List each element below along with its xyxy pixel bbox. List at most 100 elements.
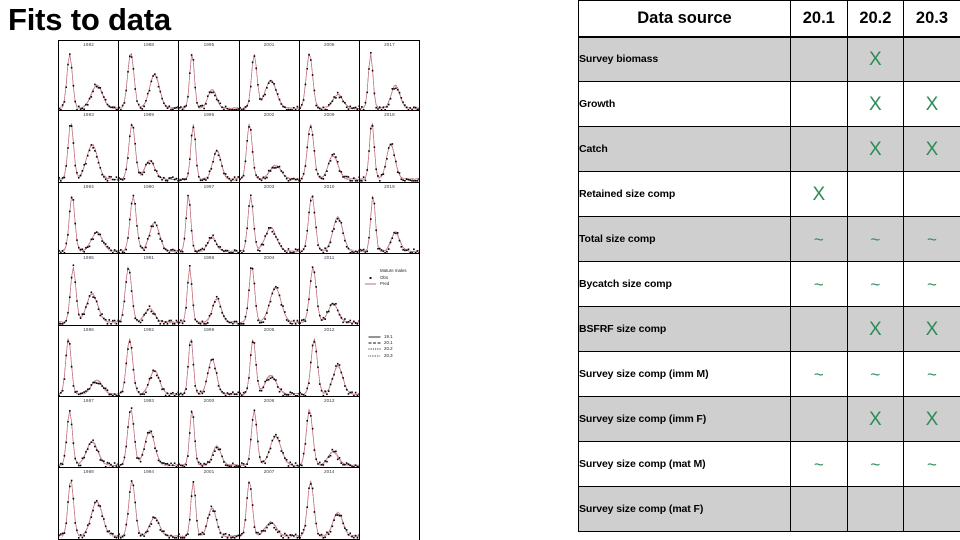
panel-year-label: 2012 — [323, 326, 335, 332]
lattice-panel: 2013 — [299, 397, 360, 469]
cell-mark — [790, 126, 848, 172]
panel-plot — [299, 124, 359, 182]
table-body: Survey biomass X Growth X X Catch X X Retained s… — [578, 36, 960, 532]
cell-mark — [903, 36, 960, 82]
lattice-panel: 1996 — [179, 111, 240, 183]
panel-year-label: 1998 — [203, 255, 215, 261]
legend-title: Mature males — [380, 268, 407, 273]
legend-item-pred: Pred — [364, 281, 407, 287]
lattice-panel: 1985 — [58, 254, 120, 326]
panel-plot — [299, 194, 359, 254]
panel-year-label: 2010 — [323, 183, 335, 189]
line-style-icon — [368, 346, 381, 352]
table-row: Retained size comp X — [578, 171, 960, 217]
cell-mark: ~ — [903, 441, 960, 487]
point-marker-icon — [364, 275, 377, 281]
panel-plot — [239, 409, 299, 468]
table-row: Survey size comp (mat F) — [578, 486, 960, 532]
panel-year-label: 1984 — [83, 183, 94, 189]
lattice-panel: 2001 — [179, 468, 240, 540]
lattice-panel: 1990 — [119, 182, 180, 255]
panel-year-label: 1991 — [143, 255, 155, 261]
lattice-panel: 2008 — [299, 40, 360, 112]
legend-model-scenarios: 19.1 20.1 20.2 20.3 — [368, 334, 393, 359]
fits-to-data-figure: 1982 1988 1995 2001 2008 2017 1983 1989 1996 2002… — [58, 40, 421, 540]
panel-plot — [59, 264, 119, 325]
panel-year-label: 1988 — [143, 42, 155, 47]
panel-year-label: 2001 — [203, 469, 215, 475]
panel-plot — [59, 195, 119, 254]
panel-plot — [59, 337, 119, 397]
cell-mark — [903, 171, 960, 217]
lattice-panel: 1988 — [119, 40, 180, 112]
lattice-blank-cell — [359, 397, 421, 469]
panel-plot — [119, 407, 179, 468]
small-multiples-lattice: 1982 1988 1995 2001 2008 2017 1983 1989 1996 2002… — [58, 40, 421, 540]
cell-mark: ~ — [790, 216, 848, 262]
lattice-panel: 2000 — [179, 397, 240, 469]
cell-mark — [790, 306, 848, 352]
row-label: Total size comp — [578, 216, 791, 262]
cell-mark — [790, 396, 848, 442]
lattice-panel: 2004 — [239, 254, 300, 326]
lattice-row: 1988 1994 2001 2007 2014 — [58, 468, 421, 540]
table-row: Survey biomass X — [578, 36, 960, 82]
row-label: Growth — [578, 81, 791, 127]
cell-mark — [846, 486, 905, 532]
cell-mark: X — [846, 126, 905, 172]
panel-year-label: 2000 — [203, 398, 215, 404]
lattice-panel: 2019 — [359, 182, 421, 255]
lattice-panel: 1988 — [58, 468, 120, 540]
lattice-panel: 2007 — [239, 468, 300, 540]
panel-year-label: 2013 — [323, 398, 335, 404]
panel-plot — [359, 122, 420, 182]
cell-mark: ~ — [790, 261, 848, 307]
panel-year-label: 1994 — [143, 469, 155, 475]
panel-plot — [239, 124, 299, 182]
lattice-panel: 2018 — [359, 111, 421, 183]
cell-mark — [790, 486, 848, 532]
cell-mark — [846, 171, 905, 217]
lattice-row: 1986 1992 1999 2005 2012 — [58, 325, 421, 398]
lattice-panel: 1984 — [58, 182, 120, 255]
table-row: Survey size comp (imm F) X X — [578, 396, 960, 442]
lattice-panel: 1982 — [58, 40, 120, 112]
lattice-blank-cell — [359, 468, 421, 540]
legend-item-model: 20.3 — [368, 353, 393, 359]
panel-plot — [179, 409, 239, 468]
lattice-panel: 1989 — [119, 111, 180, 183]
lattice-row: 1983 1989 1996 2002 2009 2018 — [58, 111, 421, 183]
panel-plot — [239, 338, 299, 397]
panel-plot — [119, 480, 179, 539]
cell-mark: X — [903, 306, 960, 352]
panel-year-label: 2009 — [323, 112, 335, 118]
column-header-20-1: 20.1 — [790, 0, 848, 38]
row-label: Survey size comp (imm F) — [578, 396, 791, 442]
lattice-panel: 1995 — [179, 40, 240, 112]
panel-year-label: 1993 — [143, 398, 155, 404]
lattice-panel: 1983 — [58, 111, 120, 183]
panel-plot — [119, 194, 179, 254]
lattice-panel: 1994 — [119, 468, 180, 540]
panel-year-label: 1992 — [143, 326, 155, 332]
row-label: BSFRF size comp — [578, 306, 791, 352]
cell-mark: ~ — [903, 351, 960, 397]
panel-year-label: 2017 — [384, 42, 395, 47]
lattice-panel: 2002 — [239, 111, 300, 183]
table-row: Survey size comp (mat M) ~ ~ ~ — [578, 441, 960, 487]
panel-year-label: 2002 — [263, 112, 275, 118]
panel-year-label: 2008 — [323, 42, 335, 47]
lattice-panel: 1986 — [58, 325, 120, 398]
panel-plot — [239, 194, 299, 254]
lattice-panel: 2009 — [299, 111, 360, 183]
panel-year-label: 2004 — [263, 255, 275, 261]
column-header-data-source: Data source — [578, 0, 791, 38]
panel-plot — [59, 123, 119, 182]
panel-year-label: 2019 — [384, 183, 395, 189]
panel-year-label: 2006 — [263, 398, 275, 404]
legend-label-model: 20.3 — [384, 352, 393, 358]
panel-plot — [119, 123, 179, 182]
panel-year-label: 1999 — [203, 326, 215, 332]
row-label: Survey size comp (mat F) — [578, 486, 791, 532]
lattice-panel: 1992 — [119, 325, 180, 398]
